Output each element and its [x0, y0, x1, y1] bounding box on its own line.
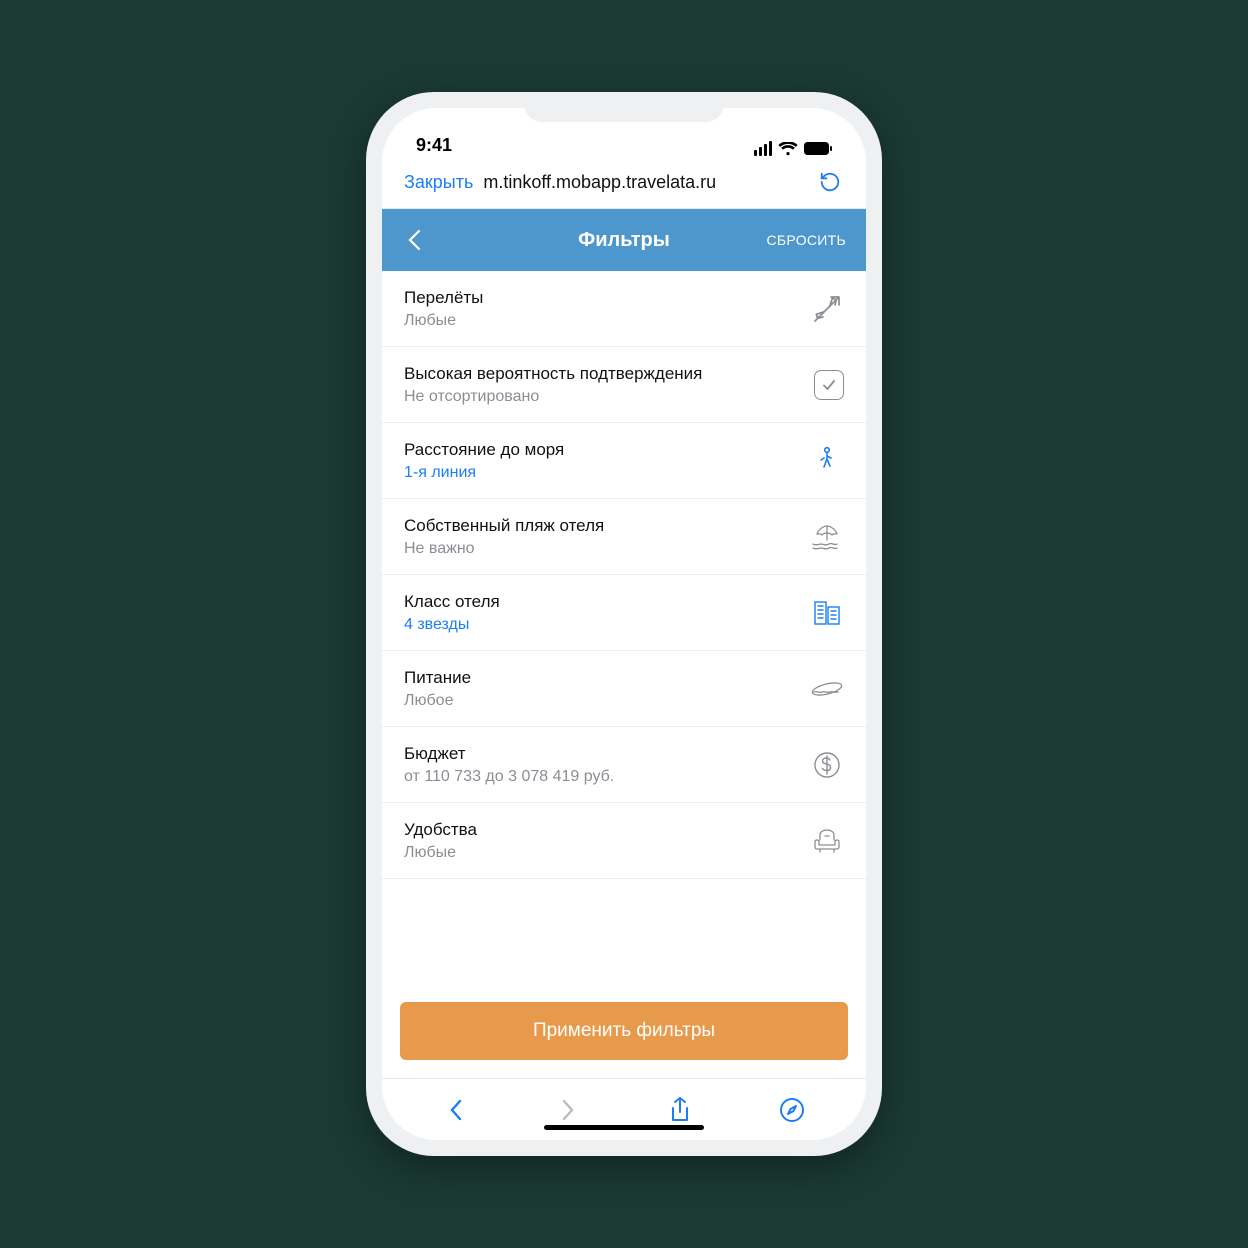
- filter-row-amenities[interactable]: Удобства Любые: [382, 803, 866, 879]
- filter-value: 1-я линия: [404, 464, 796, 482]
- back-button[interactable]: [402, 228, 426, 252]
- browser-url-bar: Закрыть m.tinkoff.mobapp.travelata.ru: [382, 158, 866, 209]
- filter-value: Любые: [404, 844, 796, 862]
- filter-row-meals[interactable]: Питание Любое: [382, 651, 866, 727]
- share-button[interactable]: [660, 1090, 700, 1130]
- status-indicators: [754, 141, 832, 156]
- nav-back-button[interactable]: [436, 1090, 476, 1130]
- notch: [524, 92, 724, 122]
- filter-title: Расстояние до моря: [404, 440, 796, 460]
- walker-icon: [810, 444, 844, 478]
- filter-value: Любое: [404, 692, 796, 710]
- reset-button[interactable]: СБРОСИТЬ: [766, 232, 846, 248]
- screen: 9:41 Закрыть m.tinkoff.mobapp.travelata.…: [382, 108, 866, 1140]
- filter-row-confirmation[interactable]: Высокая вероятность подтверждения Не отс…: [382, 347, 866, 423]
- plane-icon: [810, 292, 844, 326]
- app-header: Фильтры СБРОСИТЬ: [382, 209, 866, 271]
- close-button[interactable]: Закрыть: [404, 172, 473, 193]
- filter-value: Не важно: [404, 540, 796, 558]
- filter-title: Перелёты: [404, 288, 796, 308]
- checkbox-icon[interactable]: [814, 370, 844, 400]
- filter-row-hotel-class[interactable]: Класс отеля 4 звезды: [382, 575, 866, 651]
- url-text[interactable]: m.tinkoff.mobapp.travelata.ru: [483, 172, 806, 193]
- cellular-icon: [754, 141, 772, 156]
- filter-title: Высокая вероятность подтверждения: [404, 364, 800, 384]
- armchair-icon: [810, 824, 844, 858]
- safari-compass-button[interactable]: [772, 1090, 812, 1130]
- phone-frame: 9:41 Закрыть m.tinkoff.mobapp.travelata.…: [366, 92, 882, 1156]
- nav-forward-button[interactable]: [548, 1090, 588, 1130]
- filter-value: 4 звезды: [404, 616, 796, 634]
- filter-title: Удобства: [404, 820, 796, 840]
- filter-title: Питание: [404, 668, 796, 688]
- reload-button[interactable]: [816, 168, 844, 196]
- umbrella-icon: [810, 520, 844, 554]
- apply-wrap: Применить фильтры: [382, 986, 866, 1078]
- filter-title: Бюджет: [404, 744, 796, 764]
- browser-toolbar: [382, 1078, 866, 1140]
- battery-icon: [804, 142, 832, 155]
- hotdog-icon: [810, 672, 844, 706]
- filter-title: Собственный пляж отеля: [404, 516, 796, 536]
- filter-title: Класс отеля: [404, 592, 796, 612]
- filter-row-private-beach[interactable]: Собственный пляж отеля Не важно: [382, 499, 866, 575]
- apply-filters-button[interactable]: Применить фильтры: [400, 1002, 848, 1060]
- filter-row-flights[interactable]: Перелёты Любые: [382, 271, 866, 347]
- filter-list[interactable]: Перелёты Любые Высокая вероятность подтв…: [382, 271, 866, 986]
- wifi-icon: [778, 142, 798, 156]
- status-time: 9:41: [416, 135, 452, 156]
- filter-row-sea-distance[interactable]: Расстояние до моря 1-я линия: [382, 423, 866, 499]
- filter-value: Любые: [404, 312, 796, 330]
- home-indicator[interactable]: [544, 1125, 704, 1130]
- dollar-icon: [810, 748, 844, 782]
- buildings-icon: [810, 596, 844, 630]
- filter-value: Не отсортировано: [404, 388, 800, 406]
- filter-value: от 110 733 до 3 078 419 руб.: [404, 768, 796, 786]
- filter-row-budget[interactable]: Бюджет от 110 733 до 3 078 419 руб.: [382, 727, 866, 803]
